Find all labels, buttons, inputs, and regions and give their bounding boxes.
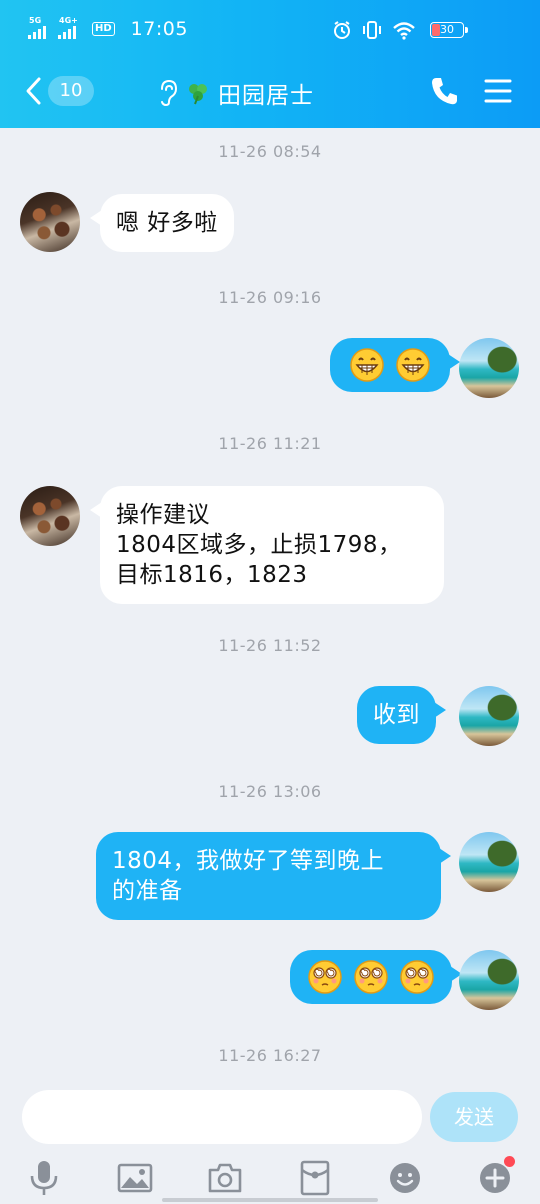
home-indicator	[162, 1198, 378, 1202]
signal-icon: 5G	[28, 16, 52, 39]
outgoing-message[interactable]	[330, 338, 460, 392]
input-bar: 发送	[0, 1080, 540, 1204]
incoming-message[interactable]: 嗯 好多啦	[90, 194, 234, 252]
contact-title[interactable]: 田园居士	[158, 76, 314, 110]
unread-count-badge: 10	[48, 76, 94, 106]
emoji-button[interactable]	[383, 1156, 427, 1200]
wifi-icon	[393, 22, 415, 40]
camera-button[interactable]	[203, 1156, 247, 1200]
hamburger-menu-icon	[484, 79, 512, 103]
avatar[interactable]	[459, 832, 519, 892]
vibrate-icon	[363, 21, 381, 39]
avatar[interactable]	[459, 950, 519, 1010]
message-text: 1804，我做好了等到晚上	[112, 848, 385, 874]
phone-icon	[432, 78, 457, 105]
chat-header: 5G 4G+ HD 17:05 30 10 田园居士	[0, 0, 540, 128]
avatar[interactable]	[459, 338, 519, 398]
message-text: 收到	[373, 702, 420, 728]
dizzy-emoji-icon	[399, 960, 434, 994]
voice-button[interactable]	[22, 1156, 66, 1200]
status-time: 17:05	[130, 18, 188, 40]
hd-voice-icon: HD	[92, 22, 115, 36]
battery-icon: 30	[430, 22, 468, 38]
timestamp: 11-26 13:06	[218, 782, 322, 801]
call-button[interactable]	[430, 76, 458, 110]
emoji-icon	[390, 1163, 420, 1193]
image-button[interactable]	[113, 1156, 157, 1200]
grin-emoji-icon	[396, 348, 430, 382]
mic-icon	[30, 1161, 58, 1195]
chevron-left-icon	[26, 77, 41, 105]
notification-dot	[504, 1156, 515, 1167]
timestamp: 11-26 16:27	[218, 1046, 322, 1065]
camera-icon	[208, 1163, 242, 1193]
avatar[interactable]	[20, 486, 80, 546]
outgoing-message[interactable]: 收到	[357, 686, 446, 744]
ear-icon	[161, 79, 178, 107]
toolbar	[0, 1156, 540, 1200]
grin-emoji-icon	[350, 348, 384, 382]
message-text: 目标1816，1823	[116, 562, 308, 588]
timestamp: 11-26 08:54	[218, 142, 322, 161]
timestamp: 11-26 11:52	[218, 636, 322, 655]
nav-bar: 10 田园居士	[0, 66, 540, 120]
dizzy-emoji-icon	[354, 960, 388, 994]
avatar[interactable]	[20, 192, 80, 252]
incoming-message[interactable]: 操作建议 1804区域多，止损1798， 目标1816，1823	[90, 486, 444, 604]
outgoing-message[interactable]: 1804，我做好了等到晚上 的准备	[96, 832, 451, 920]
outgoing-message[interactable]	[290, 950, 462, 1004]
avatar[interactable]	[459, 686, 519, 746]
status-bar: 5G 4G+ HD 17:05 30	[0, 14, 540, 48]
image-icon	[117, 1163, 153, 1193]
message-text: 嗯 好多啦	[116, 210, 218, 236]
message-input[interactable]	[22, 1090, 422, 1144]
more-button[interactable]	[473, 1156, 517, 1200]
timestamp: 11-26 11:21	[218, 434, 322, 453]
red-packet-button[interactable]	[293, 1156, 337, 1200]
timestamp: 11-26 09:16	[218, 288, 322, 307]
clover-icon	[189, 84, 207, 105]
send-button[interactable]: 发送	[430, 1092, 518, 1142]
back-button[interactable]: 10	[24, 76, 94, 106]
message-text: 1804区域多，止损1798，	[116, 532, 402, 558]
message-text: 操作建议	[116, 502, 210, 528]
alarm-icon	[334, 21, 350, 39]
contact-name: 田园居士	[218, 83, 314, 109]
signal-icon: 4G+	[58, 16, 82, 39]
dizzy-emoji-icon	[308, 960, 342, 994]
message-list[interactable]: 11-26 08:54 嗯 好多啦 11-26 09:16 11-26 11:2…	[0, 128, 540, 1080]
red-packet-icon	[300, 1160, 330, 1196]
message-text: 的准备	[112, 878, 183, 904]
menu-button[interactable]	[484, 78, 512, 108]
